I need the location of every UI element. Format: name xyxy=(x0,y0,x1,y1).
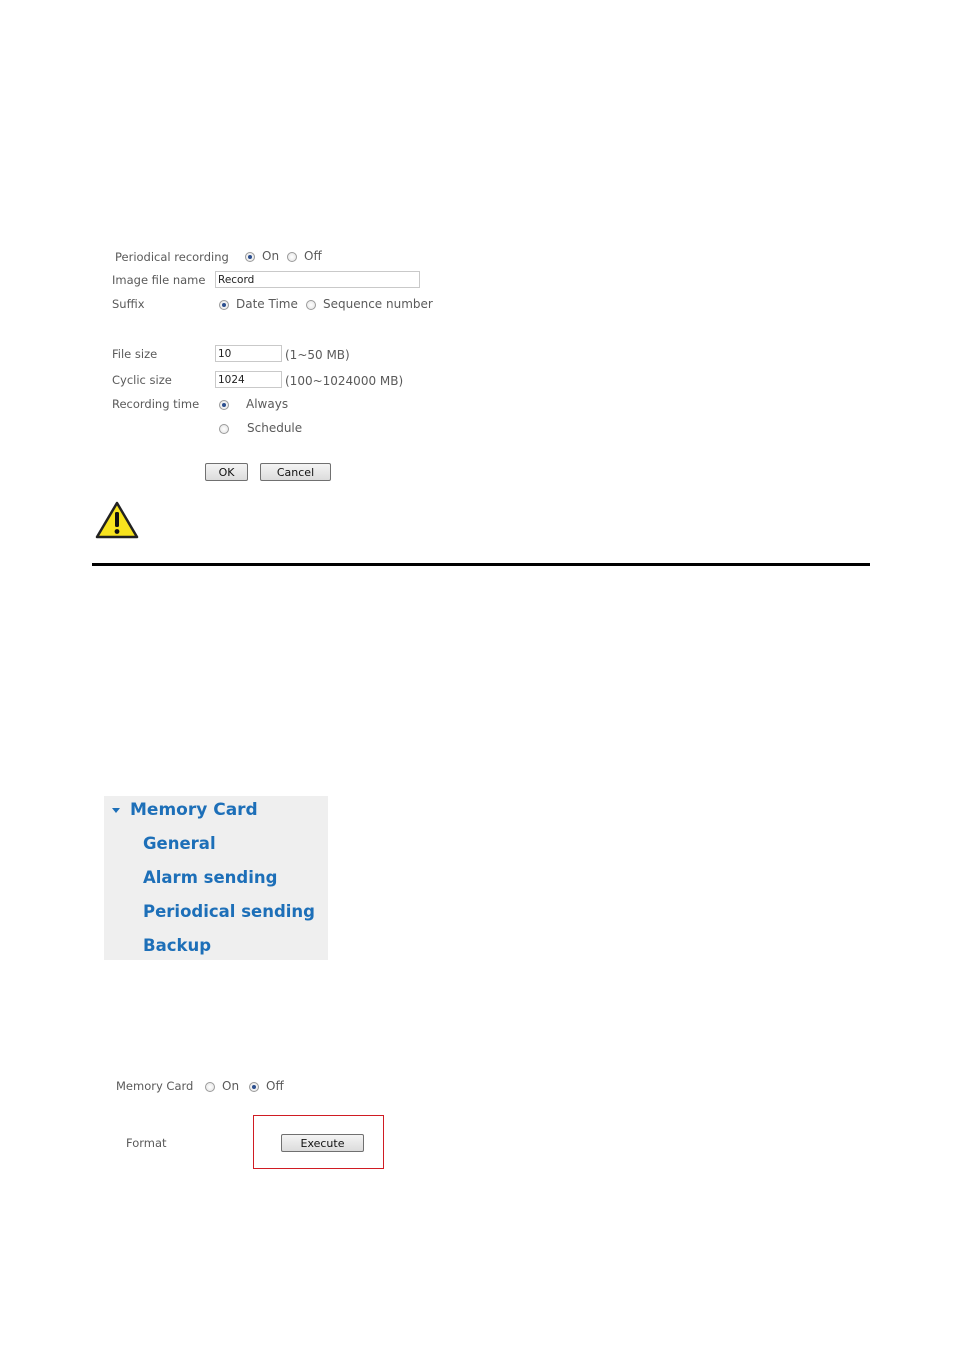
menu-item-general[interactable]: General xyxy=(143,834,216,853)
ok-button[interactable]: OK xyxy=(205,463,248,481)
cyclic-size-label: Cyclic size xyxy=(112,373,172,387)
suffix-date-time-radio[interactable] xyxy=(219,300,229,310)
memory-card-on-label: On xyxy=(222,1079,240,1093)
warning-triangle-icon xyxy=(95,501,139,539)
cyclic-size-input[interactable] xyxy=(215,371,282,388)
suffix-date-time-label: Date Time xyxy=(236,297,298,311)
menu-item-backup[interactable]: Backup xyxy=(143,936,211,955)
file-size-range: (1~50 MB) xyxy=(285,348,350,362)
recording-time-always-radio[interactable] xyxy=(219,400,229,410)
suffix-label: Suffix xyxy=(112,297,145,311)
menu-title-memory-card[interactable]: Memory Card xyxy=(130,800,258,820)
memory-card-on-radio[interactable] xyxy=(205,1082,215,1092)
periodical-recording-on-label: On xyxy=(262,249,280,263)
memory-card-menu: Memory Card General Alarm sending Period… xyxy=(104,796,328,960)
suffix-sequence-number-label: Sequence number xyxy=(323,297,433,311)
cancel-button[interactable]: Cancel xyxy=(260,463,331,481)
file-size-input[interactable] xyxy=(215,345,282,362)
periodical-recording-off-radio[interactable] xyxy=(287,252,297,262)
periodical-recording-on-radio[interactable] xyxy=(245,252,255,262)
suffix-sequence-number-radio[interactable] xyxy=(306,300,316,310)
section-divider xyxy=(92,563,870,566)
recording-time-label: Recording time xyxy=(112,397,200,411)
memory-card-label: Memory Card xyxy=(116,1079,194,1093)
recording-time-schedule-radio[interactable] xyxy=(219,424,229,434)
execute-button[interactable]: Execute xyxy=(281,1134,364,1152)
periodical-recording-off-label: Off xyxy=(304,249,322,263)
recording-time-always-label: Always xyxy=(246,397,289,411)
cyclic-size-range: (100~1024000 MB) xyxy=(285,374,404,388)
chevron-down-icon[interactable] xyxy=(112,808,120,813)
memory-card-off-radio[interactable] xyxy=(249,1082,259,1092)
format-label: Format xyxy=(126,1136,167,1150)
image-file-name-input[interactable] xyxy=(215,271,420,288)
recording-time-schedule-label: Schedule xyxy=(247,421,303,435)
periodical-recording-label: Periodical recording xyxy=(115,250,229,264)
memory-card-off-label: Off xyxy=(266,1079,284,1093)
image-file-name-label: Image file name xyxy=(112,273,206,287)
menu-item-alarm-sending[interactable]: Alarm sending xyxy=(143,868,277,887)
menu-item-periodical-sending[interactable]: Periodical sending xyxy=(143,902,315,921)
file-size-label: File size xyxy=(112,347,158,361)
